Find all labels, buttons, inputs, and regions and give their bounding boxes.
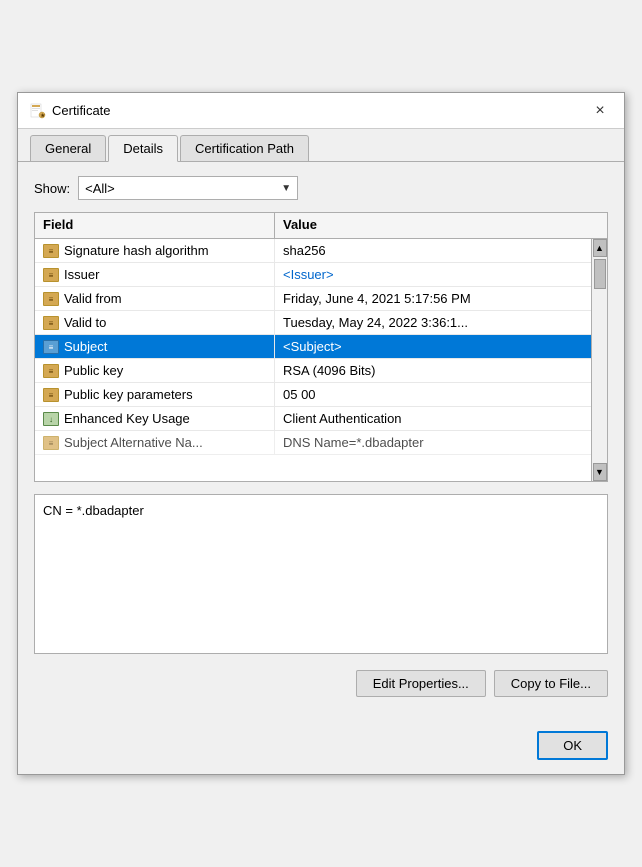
- show-row: Show: <All> Version 1 Fields Only Extens…: [34, 176, 608, 200]
- table-header: Field Value: [35, 213, 607, 239]
- tab-details[interactable]: Details: [108, 135, 178, 162]
- value-cell: DNS Name=*.dbadapter: [275, 431, 591, 454]
- scroll-track[interactable]: [594, 257, 606, 463]
- content-area: Show: <All> Version 1 Fields Only Extens…: [18, 162, 624, 723]
- scroll-area[interactable]: ≡ Signature hash algorithm sha256 ≡ Issu…: [35, 239, 591, 481]
- row-icon: ≡: [43, 364, 59, 378]
- value-cell: <Issuer>: [275, 263, 591, 286]
- scroll-thumb[interactable]: [594, 259, 606, 289]
- table-row[interactable]: ≡ Valid from Friday, June 4, 2021 5:17:5…: [35, 287, 591, 311]
- scrollbar[interactable]: ▲ ▼: [591, 239, 607, 481]
- field-cell: ≡ Public key: [35, 359, 275, 382]
- table-row-selected[interactable]: ≡ Subject <Subject>: [35, 335, 591, 359]
- field-cell: ≡ Valid to: [35, 311, 275, 334]
- certificate-icon: ★: [30, 103, 46, 119]
- table-row[interactable]: ≡ Valid to Tuesday, May 24, 2022 3:36:1.…: [35, 311, 591, 335]
- field-cell: ≡ Valid from: [35, 287, 275, 310]
- row-icon-enhanced: ↓: [43, 412, 59, 426]
- dialog-title: Certificate: [52, 103, 111, 118]
- row-icon: ≡: [43, 244, 59, 258]
- detail-box: CN = *.dbadapter: [34, 494, 608, 654]
- copy-to-file-button[interactable]: Copy to File...: [494, 670, 608, 697]
- table-row[interactable]: ↓ Enhanced Key Usage Client Authenticati…: [35, 407, 591, 431]
- detail-text: CN = *.dbadapter: [43, 503, 144, 518]
- title-bar: ★ Certificate ×: [18, 93, 624, 129]
- scroll-wrapper: ≡ Signature hash algorithm sha256 ≡ Issu…: [35, 239, 607, 481]
- field-table: Field Value ≡ Signature hash algorithm s…: [34, 212, 608, 482]
- svg-text:★: ★: [41, 113, 46, 119]
- show-select[interactable]: <All> Version 1 Fields Only Extensions O…: [85, 181, 291, 196]
- show-dropdown[interactable]: <All> Version 1 Fields Only Extensions O…: [78, 176, 298, 200]
- field-cell: ≡ Subject: [35, 335, 275, 358]
- table-row[interactable]: ≡ Signature hash algorithm sha256: [35, 239, 591, 263]
- close-button[interactable]: ×: [588, 99, 612, 123]
- scroll-down-button[interactable]: ▼: [593, 463, 607, 481]
- row-icon: ≡: [43, 316, 59, 330]
- table-row[interactable]: ≡ Public key RSA (4096 Bits): [35, 359, 591, 383]
- table-row[interactable]: ≡ Public key parameters 05 00: [35, 383, 591, 407]
- col-header-field: Field: [35, 213, 275, 238]
- edit-properties-button[interactable]: Edit Properties...: [356, 670, 486, 697]
- row-icon: ≡: [43, 388, 59, 402]
- tab-bar: General Details Certification Path: [18, 129, 624, 162]
- row-icon: ≡: [43, 292, 59, 306]
- button-row: Edit Properties... Copy to File...: [34, 670, 608, 697]
- tab-certification-path[interactable]: Certification Path: [180, 135, 309, 161]
- field-cell: ≡ Subject Alternative Na...: [35, 431, 275, 454]
- scroll-up-button[interactable]: ▲: [593, 239, 607, 257]
- value-cell: Tuesday, May 24, 2022 3:36:1...: [275, 311, 591, 334]
- field-cell: ≡ Issuer: [35, 263, 275, 286]
- field-cell: ≡ Public key parameters: [35, 383, 275, 406]
- field-cell: ↓ Enhanced Key Usage: [35, 407, 275, 430]
- col-header-value: Value: [275, 213, 607, 238]
- tab-general[interactable]: General: [30, 135, 106, 161]
- value-cell: sha256: [275, 239, 591, 262]
- value-cell: Friday, June 4, 2021 5:17:56 PM: [275, 287, 591, 310]
- table-row[interactable]: ≡ Issuer <Issuer>: [35, 263, 591, 287]
- certificate-dialog: ★ Certificate × General Details Certific…: [17, 92, 625, 775]
- row-icon: ≡: [43, 268, 59, 282]
- title-bar-left: ★ Certificate: [30, 103, 111, 119]
- value-cell: RSA (4096 Bits): [275, 359, 591, 382]
- value-cell: <Subject>: [275, 335, 591, 358]
- ok-row: OK: [18, 723, 624, 774]
- ok-button[interactable]: OK: [537, 731, 608, 760]
- value-cell: 05 00: [275, 383, 591, 406]
- show-label: Show:: [34, 181, 70, 196]
- row-icon: ≡: [43, 340, 59, 354]
- value-cell: Client Authentication: [275, 407, 591, 430]
- field-cell: ≡ Signature hash algorithm: [35, 239, 275, 262]
- table-row[interactable]: ≡ Subject Alternative Na... DNS Name=*.d…: [35, 431, 591, 455]
- row-icon: ≡: [43, 436, 59, 450]
